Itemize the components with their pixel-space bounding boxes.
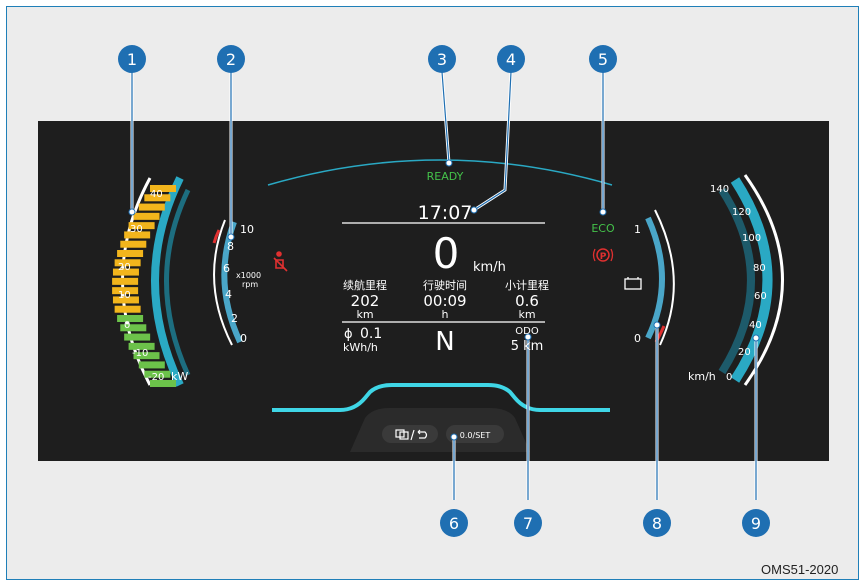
clock: 17:07 xyxy=(418,202,473,224)
power-bar-segment xyxy=(133,212,160,220)
svg-text:4: 4 xyxy=(225,288,232,301)
power-bar-segment xyxy=(124,333,151,341)
svg-text:40: 40 xyxy=(749,320,762,331)
callout-number: 6 xyxy=(449,514,459,533)
power-gauge xyxy=(112,176,191,387)
range-unit: km xyxy=(356,308,373,321)
callout-badge-3: 3 xyxy=(428,45,456,73)
odo-value: 5 km xyxy=(511,339,544,354)
power-tick: 20 xyxy=(118,262,131,273)
callout-number: 3 xyxy=(437,50,447,69)
callout-number: 4 xyxy=(506,50,516,69)
battery-bottom-label: 0 xyxy=(634,332,641,345)
battery-top-label: 1 xyxy=(634,223,641,236)
reset-label: 0.0/SET xyxy=(460,431,491,440)
callout-badge-4: 4 xyxy=(497,45,525,73)
drive-time-unit: h xyxy=(442,308,449,321)
power-bar-segment xyxy=(120,240,147,248)
svg-text:20: 20 xyxy=(738,347,751,358)
speed-unit: km/h xyxy=(473,260,506,275)
power-unit: kW xyxy=(171,370,188,383)
svg-text:60: 60 xyxy=(754,291,767,302)
trip-unit: km xyxy=(518,308,535,321)
eco-indicator: ECO xyxy=(591,222,615,235)
consumption-value: 0.1 xyxy=(360,326,382,342)
callout-number: 9 xyxy=(751,514,761,533)
trip-label: 小计里程 xyxy=(505,279,549,292)
svg-text:2: 2 xyxy=(231,312,238,325)
battery-gauge xyxy=(645,209,675,346)
power-tick: 10 xyxy=(118,290,131,301)
power-tick: 40 xyxy=(150,189,163,200)
svg-text:0: 0 xyxy=(726,372,732,383)
svg-text:8: 8 xyxy=(227,240,234,253)
speed-value: 0 xyxy=(433,229,460,278)
mode-button[interactable] xyxy=(382,425,438,443)
callout-badge-1: 1 xyxy=(118,45,146,73)
callout-number: 1 xyxy=(127,50,137,69)
battery-icon xyxy=(624,277,642,290)
drive-time-label: 行驶时间 xyxy=(423,278,467,292)
odo-label: ODO xyxy=(515,326,539,337)
callout-number: 2 xyxy=(226,50,236,69)
power-bar-segment xyxy=(112,277,139,285)
callout-badge-8: 8 xyxy=(643,509,671,537)
figure-code: OMS51-2020 xyxy=(761,562,839,577)
svg-text:6: 6 xyxy=(223,262,230,275)
svg-text:80: 80 xyxy=(753,263,766,274)
info-panel: 续航里程 202 km 行驶时间 00:09 h 小计里程 0.6 km xyxy=(343,278,549,321)
callout-badge-9: 9 xyxy=(742,509,770,537)
callout-number: 7 xyxy=(523,514,533,533)
power-bar-segment xyxy=(117,250,144,257)
callout-number: 5 xyxy=(598,50,608,69)
lower-info: ϕ 0.1 kWh/h N ODO 5 km xyxy=(343,326,543,357)
power-bar-segment xyxy=(138,361,165,369)
callout-badge-5: 5 xyxy=(589,45,617,73)
callout-badge-7: 7 xyxy=(514,509,542,537)
cluster-graphics: 1 2 3 4 56 7 8 9 40 30 20 10 0 -10 -20 kW 10 8 … xyxy=(112,45,784,537)
svg-text:P: P xyxy=(600,252,607,262)
callout-badge-6: 6 xyxy=(440,509,468,537)
svg-text:100: 100 xyxy=(742,233,761,244)
power-bar-segment xyxy=(138,203,165,211)
power-tick: 0 xyxy=(124,320,130,331)
power-tick: -20 xyxy=(148,372,164,383)
power-bar-segment xyxy=(114,305,141,313)
svg-text:0: 0 xyxy=(240,332,247,345)
parking-brake-icon: P xyxy=(592,248,614,262)
speed-gauge-unit: km/h xyxy=(688,370,716,383)
power-tick: -10 xyxy=(132,348,148,359)
rpm-unit-top: x1000 xyxy=(236,271,261,280)
gear-indicator: N xyxy=(435,327,454,357)
range-label: 续航里程 xyxy=(343,278,387,292)
seatbelt-warning-icon xyxy=(273,251,288,272)
callout-number: 8 xyxy=(652,514,662,533)
svg-text:10: 10 xyxy=(240,223,254,236)
svg-text:140: 140 xyxy=(710,184,729,195)
rpm-ticks: 10 8 6 4 2 0 x1000 rpm xyxy=(223,223,261,345)
rpm-unit-bottom: rpm xyxy=(242,280,258,289)
callout-badge-2: 2 xyxy=(217,45,245,73)
consumption-symbol: ϕ xyxy=(344,327,353,342)
power-tick: 30 xyxy=(130,224,143,235)
ready-indicator: READY xyxy=(427,170,464,183)
bottom-glow xyxy=(272,383,610,412)
consumption-unit: kWh/h xyxy=(343,341,378,354)
svg-text:120: 120 xyxy=(732,207,751,218)
rpm-gauge xyxy=(212,219,243,346)
